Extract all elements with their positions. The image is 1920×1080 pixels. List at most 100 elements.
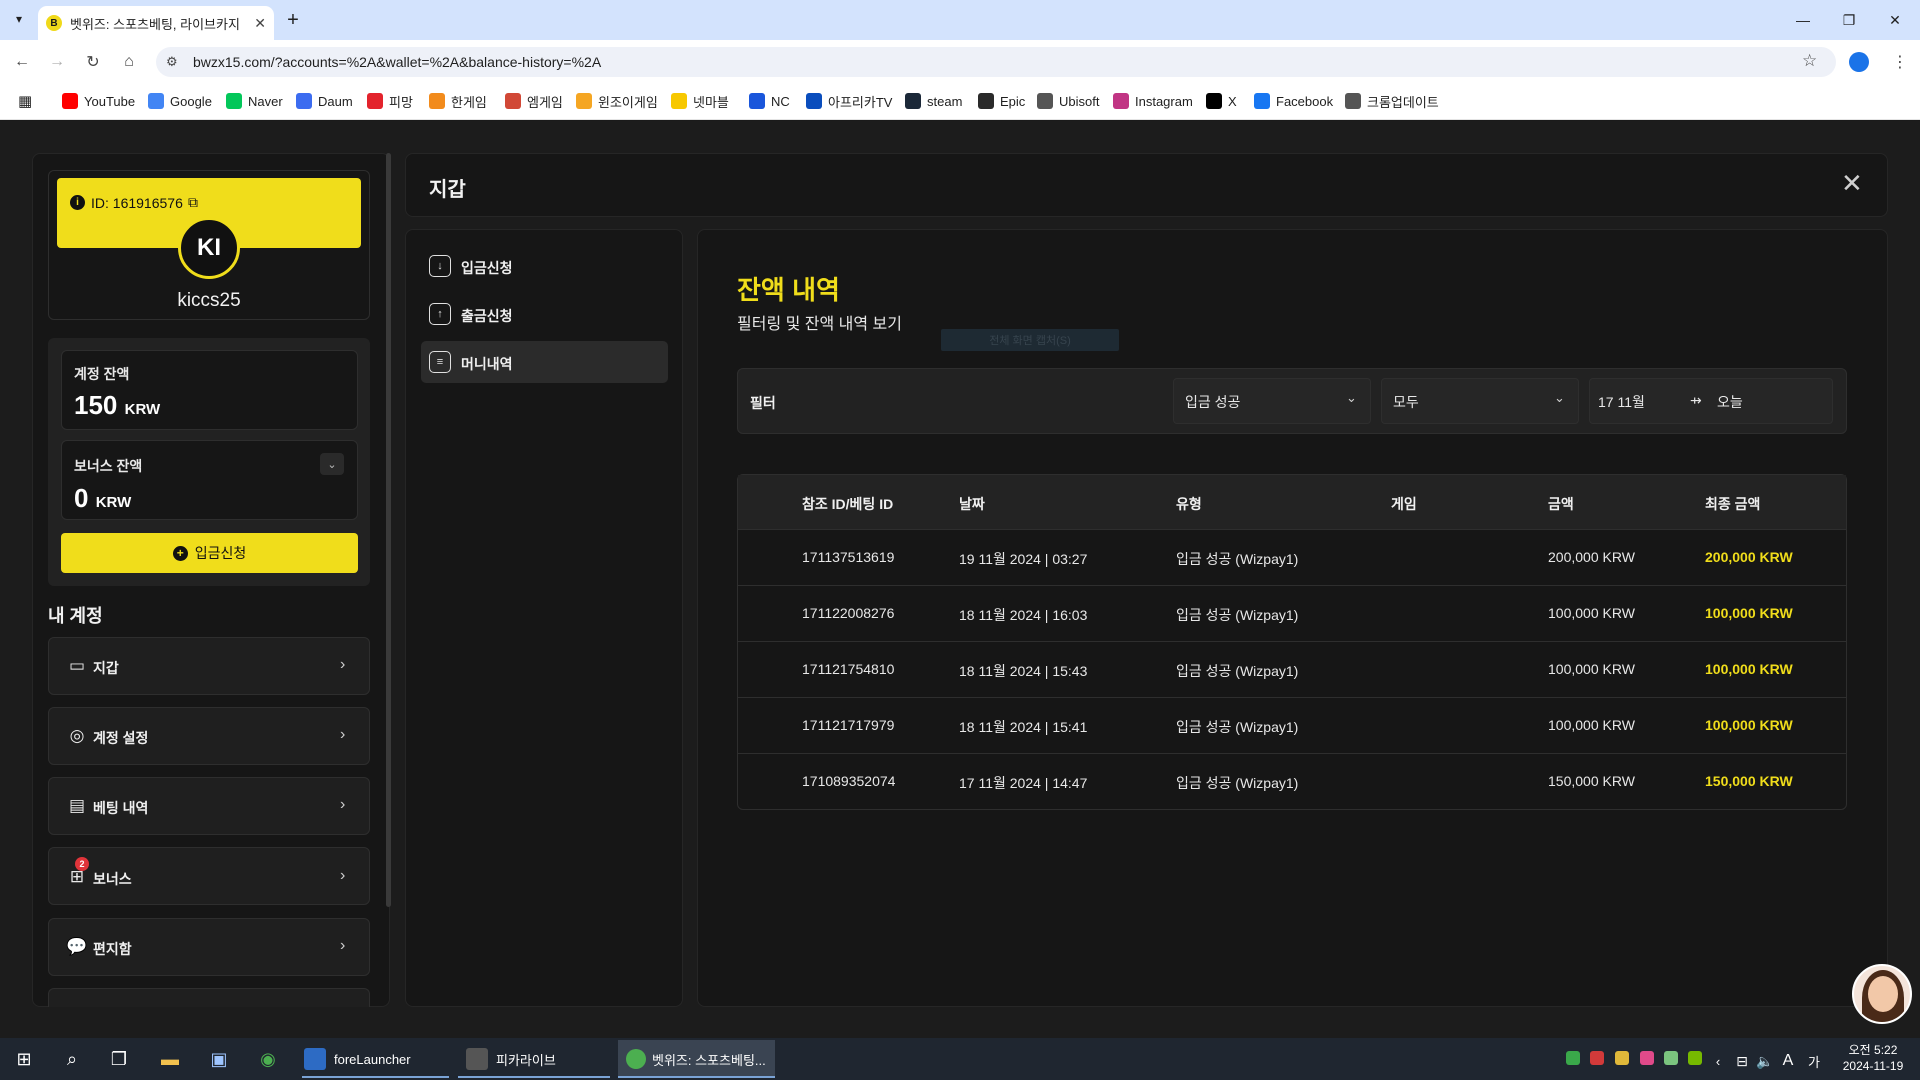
chat-bubble-icon: 💬	[66, 937, 88, 956]
user-circle-icon: ◎	[69, 726, 85, 745]
bookmark-13[interactable]: Ubisoft	[1037, 91, 1099, 111]
address-url[interactable]: bwzx15.com/?accounts=%2A&wallet=%2A&bala…	[193, 54, 601, 70]
restore-icon[interactable]: ❐	[1826, 0, 1872, 40]
tab-close-icon[interactable]: ✕	[254, 15, 266, 32]
bookmark-label: steam	[927, 93, 963, 109]
cell-id: 171089352074	[802, 773, 896, 789]
bookmark-17[interactable]: 크롬업데이트	[1345, 91, 1439, 111]
running-indicator	[618, 1076, 775, 1078]
support-chat-avatar[interactable]	[1852, 964, 1912, 1024]
forward-icon[interactable]: →	[45, 50, 69, 74]
ime-hangul-indicator[interactable]: 가	[1802, 1049, 1826, 1073]
bookmark-label: Instagram	[1135, 93, 1193, 109]
tray-shield-icon[interactable]	[1566, 1051, 1580, 1065]
support-face	[1868, 976, 1898, 1012]
task-view-icon[interactable]: ❐	[107, 1047, 131, 1071]
bookmark-label: YouTube	[84, 93, 136, 109]
tray-nvidia-icon[interactable]	[1688, 1051, 1702, 1065]
content-title: 잔액 내역	[737, 275, 840, 305]
sidebar-scrollbar[interactable]	[386, 153, 391, 907]
close-icon[interactable]: ✕	[1841, 170, 1863, 196]
document-icon: ≡	[429, 351, 451, 373]
bookmark-8[interactable]: 넷마블	[671, 91, 729, 111]
tray-app-icon[interactable]	[1640, 1051, 1654, 1065]
site-info-icon[interactable]: ⚙	[166, 54, 178, 70]
col-final-amount: 최종 금액	[1705, 496, 1761, 512]
bookmark-5[interactable]: 한게임	[429, 91, 487, 111]
system-clock[interactable]: 오전 5:22 2024-11-19	[1838, 1042, 1908, 1074]
site-favicon-icon: B	[46, 15, 62, 31]
file-explorer-icon[interactable]: ▬	[158, 1047, 182, 1071]
cell-amount: 100,000 KRW	[1548, 661, 1635, 677]
tray-play-icon[interactable]	[1590, 1051, 1604, 1065]
close-window-icon[interactable]: ✕	[1872, 0, 1918, 40]
tray-chevron-icon[interactable]: ‹	[1706, 1049, 1730, 1073]
bookmark-star-icon[interactable]: ☆	[1802, 51, 1817, 71]
bookmark-favicon-icon	[1345, 93, 1361, 109]
windows-start-icon[interactable]: ⊞	[12, 1047, 36, 1071]
cell-type: 입금 성공 (Wizpay1)	[1176, 663, 1299, 679]
browser-menu-icon[interactable]: ⋮	[1892, 52, 1908, 72]
tray-security-icon[interactable]	[1615, 1051, 1629, 1065]
tray-network-monitor-icon[interactable]	[1664, 1051, 1678, 1065]
taskbar-app-forelauncher[interactable]: foreLauncher	[302, 1040, 449, 1078]
bookmark-15[interactable]: X	[1206, 91, 1237, 111]
bookmark-10[interactable]: 아프리카TV	[806, 91, 892, 111]
taskbar-app-label: foreLauncher	[334, 1051, 411, 1067]
chrome-icon[interactable]: ◉	[256, 1047, 280, 1071]
new-tab-icon[interactable]: +	[282, 9, 304, 31]
deposit-button[interactable]: + 입금신청	[61, 533, 358, 573]
chevron-right-icon: ›	[340, 656, 346, 673]
game-select-value: 모두	[1393, 394, 1419, 410]
ime-indicator[interactable]: A	[1776, 1049, 1800, 1073]
bonus-count-badge: 2	[75, 857, 89, 871]
bookmark-16[interactable]: Facebook	[1254, 91, 1333, 111]
subnav-label: 출금신청	[461, 308, 513, 324]
search-icon[interactable]: ⌕	[60, 1047, 84, 1071]
profile-avatar-icon[interactable]	[1849, 52, 1869, 72]
chevron-down-icon[interactable]: ⌄	[320, 453, 344, 475]
bookmark-favicon-icon	[1113, 93, 1129, 109]
bookmark-2[interactable]: Naver	[226, 91, 283, 111]
bookmark-0[interactable]: YouTube	[62, 91, 135, 111]
sidebar-item-label: 보너스	[93, 871, 132, 887]
bookmark-label: Google	[170, 93, 212, 109]
bookmark-12[interactable]: Epic	[978, 91, 1025, 111]
bookmark-9[interactable]: NC	[749, 91, 790, 111]
bookmark-label: 아프리카TV	[828, 94, 893, 110]
back-icon[interactable]: ←	[10, 50, 34, 74]
reload-icon[interactable]: ↻	[81, 50, 105, 74]
tray-network-icon[interactable]: ⊟	[1730, 1049, 1754, 1073]
username: kiccs25	[177, 290, 241, 311]
store-icon[interactable]: ▣	[207, 1047, 231, 1071]
minimize-icon[interactable]: —	[1780, 0, 1826, 40]
browser-tab[interactable]: B 벳위즈: 스포츠베팅, 라이브카지 ✕	[38, 6, 274, 40]
bookmark-7[interactable]: 윈조이게임	[576, 91, 658, 111]
home-icon[interactable]: ⌂	[117, 50, 141, 74]
col-type: 유형	[1176, 496, 1202, 512]
apps-grid-icon[interactable]: ▦	[18, 91, 32, 111]
subnav-withdraw[interactable]	[421, 293, 668, 335]
bookmark-4[interactable]: 피망	[367, 91, 413, 111]
arrow-range-icon: ⇸	[1690, 392, 1702, 408]
capture-button[interactable]: 전체 화면 캡처(S)	[941, 329, 1119, 351]
subnav-money-history[interactable]	[421, 341, 668, 383]
type-select-value: 입금 성공	[1185, 394, 1241, 410]
date-from: 17 11월	[1598, 394, 1645, 410]
tray-volume-icon[interactable]: 🔈	[1753, 1049, 1777, 1073]
bookmark-14[interactable]: Instagram	[1113, 91, 1193, 111]
bookmark-1[interactable]: Google	[148, 91, 212, 111]
tab-search-icon[interactable]: ▾	[8, 8, 30, 30]
copy-icon[interactable]: ⧉	[188, 194, 198, 211]
bookmark-3[interactable]: Daum	[296, 91, 353, 111]
bookmark-favicon-icon	[576, 93, 592, 109]
cell-id: 171121754810	[802, 661, 895, 677]
taskbar-app-pikalive[interactable]: 피카라이브	[458, 1040, 610, 1078]
subnav-deposit[interactable]	[421, 245, 668, 287]
sidebar-item-label: 베팅 내역	[93, 800, 149, 816]
bookmark-6[interactable]: 엠게임	[505, 91, 563, 111]
table-header	[738, 475, 1846, 529]
wallet-icon: ▭	[68, 656, 86, 675]
taskbar-app-chrome[interactable]: 벳위즈: 스포츠베팅...	[618, 1040, 775, 1078]
bookmark-11[interactable]: steam	[905, 91, 962, 111]
